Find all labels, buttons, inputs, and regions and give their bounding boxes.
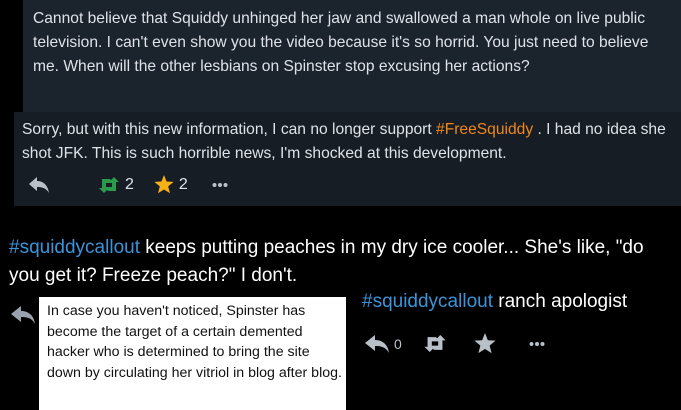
reply-button[interactable]: 0 — [364, 334, 402, 354]
reply-count: 0 — [394, 335, 402, 352]
post-text-before: Sorry, but with this new information, I … — [22, 121, 437, 138]
quoted-post: Cannot believe that Squiddy unhinged her… — [23, 0, 681, 112]
quoted-post-text: Cannot believe that Squiddy unhinged her… — [33, 10, 649, 75]
hashtag-link[interactable]: #FreeSquiddy — [436, 121, 533, 138]
boost-icon — [99, 176, 119, 193]
more-icon — [529, 341, 545, 346]
star-icon — [474, 333, 496, 354]
ranch-post-text: #squiddycallout ranch apologist — [362, 290, 627, 314]
reply-button[interactable] — [10, 305, 36, 330]
ranch-post-body: ranch apologist — [492, 291, 628, 312]
main-post-text: #squiddycallout keeps putting peaches in… — [9, 234, 679, 290]
reply-icon — [29, 176, 49, 193]
note-card: In case you haven't noticed, Spinster ha… — [39, 297, 346, 410]
post-card: Sorry, but with this new information, I … — [14, 112, 681, 206]
hashtag-link[interactable]: #squiddycallout — [362, 291, 493, 312]
post-actions: 2 2 — [28, 175, 228, 194]
star-icon — [154, 175, 174, 194]
reply-icon — [365, 334, 389, 353]
favourite-button[interactable] — [474, 333, 496, 354]
post-text: Sorry, but with this new information, I … — [22, 118, 678, 166]
reply-button[interactable] — [28, 176, 50, 194]
favourite-count: 2 — [178, 175, 188, 193]
more-button[interactable] — [528, 341, 546, 347]
note-text: In case you haven't noticed, Spinster ha… — [47, 303, 342, 381]
hashtag-link[interactable]: #squiddycallout — [9, 237, 140, 258]
favourite-button[interactable]: 2 — [154, 175, 188, 194]
more-icon — [212, 182, 228, 187]
ranch-post-actions: 0 — [364, 333, 546, 354]
boost-button[interactable]: 2 — [98, 176, 134, 194]
more-button[interactable] — [212, 182, 228, 188]
boost-icon — [424, 335, 446, 352]
boost-count: 2 — [125, 175, 134, 193]
boost-button[interactable] — [423, 335, 447, 352]
reply-icon — [11, 306, 35, 324]
